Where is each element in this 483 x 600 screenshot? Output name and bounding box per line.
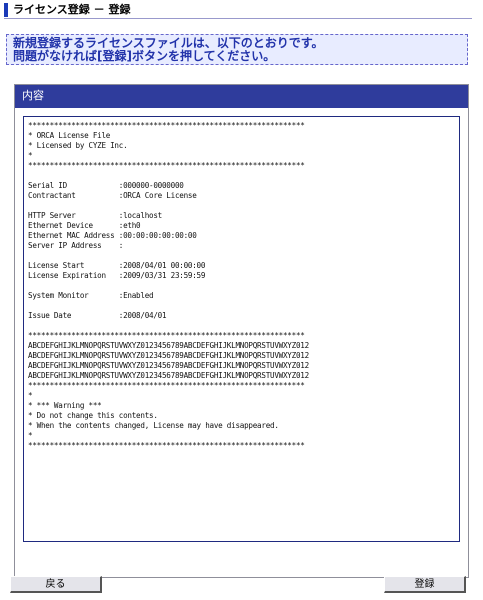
- instruction-notice: 新規登録するライセンスファイルは、以下のとおりです。 問題がなければ[登録]ボタ…: [6, 34, 468, 65]
- page-title: ライセンス登録 － 登録: [13, 3, 131, 16]
- back-button[interactable]: 戻る: [10, 576, 102, 593]
- page-title-bar: ライセンス登録 － 登録: [4, 2, 472, 19]
- license-content-box[interactable]: ****************************************…: [23, 116, 460, 542]
- notice-line-2: 問題がなければ[登録]ボタンを押してください。: [13, 49, 276, 63]
- panel-header-label: 内容: [22, 89, 44, 102]
- license-file-text: ****************************************…: [28, 121, 309, 450]
- register-button[interactable]: 登録: [384, 576, 466, 593]
- content-panel: 内容 *************************************…: [14, 84, 469, 578]
- notice-line-1: 新規登録するライセンスファイルは、以下のとおりです。: [13, 36, 324, 50]
- title-marker: [4, 3, 8, 17]
- panel-header: 内容: [15, 85, 468, 108]
